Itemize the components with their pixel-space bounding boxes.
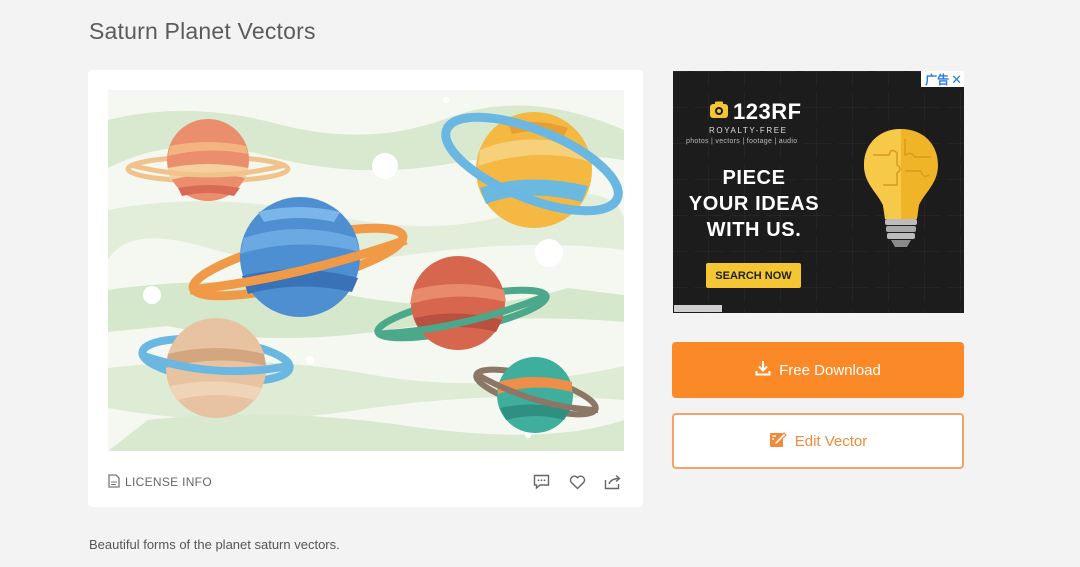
card-footer: LICENSE INFO [108, 468, 623, 496]
close-icon[interactable]: ✕ [951, 73, 962, 86]
edit-vector-label: Edit Vector [794, 432, 868, 450]
document-icon [108, 473, 120, 491]
vector-description: Beautiful forms of the planet saturn vec… [89, 537, 340, 552]
ad-attribution-strip [674, 305, 722, 312]
ad-headline-line-3: WITH US. [706, 219, 802, 241]
camera-logo-icon [709, 101, 729, 124]
share-icon[interactable] [603, 472, 623, 492]
ad-headline: PIECE YOUR IDEAS WITH US. [684, 165, 824, 243]
edit-pencil-icon [769, 430, 787, 452]
ad-brand-name: 123RF [733, 99, 802, 124]
heart-icon[interactable] [567, 472, 587, 492]
saturn-planets-illustration [108, 90, 624, 451]
ad-tagline: ROYALTY-FREE [709, 126, 788, 135]
comment-icon[interactable] [531, 472, 551, 492]
free-download-label: Free Download [779, 361, 881, 379]
free-download-button[interactable]: Free Download [672, 342, 964, 398]
preview-card: LICENSE INFO [88, 70, 643, 507]
advertisement-banner[interactable]: 广告 ✕ 123RF ROYALTY-FREE photos | vectors… [673, 71, 964, 313]
edit-vector-button[interactable]: Edit Vector [672, 413, 964, 469]
card-actions [531, 472, 623, 492]
ad-brand: 123RF [709, 99, 802, 125]
ad-headline-line-1: PIECE [722, 167, 786, 189]
page-title: Saturn Planet Vectors [89, 18, 316, 44]
ad-choices[interactable]: 广告 ✕ [921, 71, 964, 87]
ad-headline-line-2: YOUR IDEAS [688, 193, 820, 215]
license-info-label: LICENSE INFO [125, 475, 212, 489]
license-info-link[interactable]: LICENSE INFO [108, 473, 212, 491]
download-icon [755, 360, 771, 380]
lightbulb-icon [861, 125, 941, 260]
ad-subline: photos | vectors | footage | audio [686, 138, 798, 145]
ad-label: 广告 [925, 72, 950, 87]
ad-search-now-button[interactable]: SEARCH NOW [706, 263, 801, 288]
vector-preview-image[interactable] [108, 90, 624, 451]
